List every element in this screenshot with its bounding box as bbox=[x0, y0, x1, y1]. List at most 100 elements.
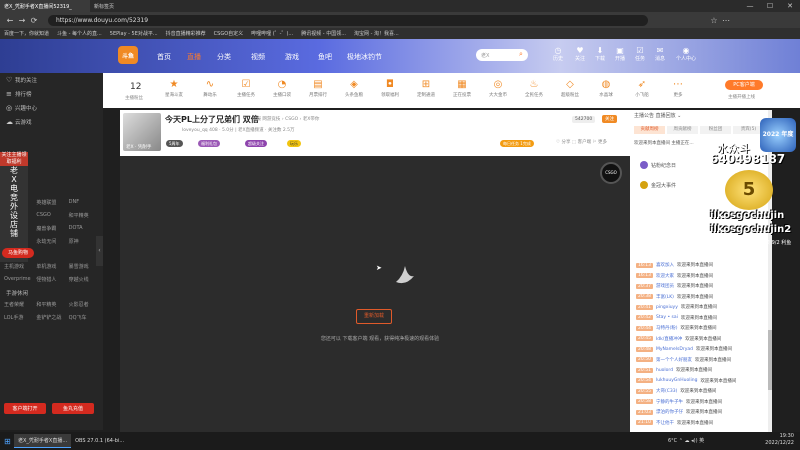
message-username[interactable]: Idk/直播冲冲 bbox=[656, 336, 682, 342]
message-username[interactable]: 丰富(LK) bbox=[656, 294, 674, 300]
task-button[interactable]: ☑ 任务 bbox=[630, 46, 650, 62]
func-item[interactable]: ♨ 全民任务 bbox=[520, 79, 548, 98]
close-icon[interactable]: ✕ bbox=[780, 0, 800, 12]
game-link[interactable]: 王者荣耀 bbox=[4, 301, 34, 308]
live-button[interactable]: ▣ 开播 bbox=[610, 46, 630, 62]
nav-category[interactable]: 分类 bbox=[217, 52, 231, 62]
func-item[interactable]: ∿ 舞动乐 bbox=[196, 79, 224, 98]
game-link[interactable]: 穿越火线 bbox=[69, 276, 99, 283]
func-item[interactable]: ➶ 小飞船 bbox=[628, 79, 656, 98]
game-link[interactable]: Overprime bbox=[4, 276, 34, 283]
browser-tab-active[interactable]: 老X_凭耐手者X直播间52319_ bbox=[0, 0, 90, 12]
nav-live[interactable]: 直播 bbox=[187, 52, 201, 62]
game-link[interactable]: LOL手游 bbox=[4, 314, 34, 321]
game-link[interactable]: 单机游戏 bbox=[36, 263, 66, 270]
rank-row[interactable]: 钻粉纪念日 bbox=[640, 160, 715, 170]
site-logo[interactable]: 斗鱼 bbox=[118, 46, 138, 64]
message-username[interactable]: 漂泊的你子仔 bbox=[656, 409, 683, 415]
func-item[interactable]: ◘ 领取福利 bbox=[376, 79, 404, 98]
pc-client-link[interactable]: 主播开播上线 bbox=[728, 94, 755, 100]
refresh-icon[interactable]: ⟳ bbox=[28, 16, 40, 25]
nav-yuba[interactable]: 鱼吧 bbox=[318, 52, 332, 62]
recharge-button[interactable]: 鱼丸充值 bbox=[52, 403, 94, 414]
follow-button[interactable]: ♥ 关注 bbox=[570, 46, 590, 62]
browser-tab-new[interactable]: 新标签页 bbox=[90, 0, 118, 12]
maximize-icon[interactable]: ☐ bbox=[760, 0, 780, 12]
follow-button[interactable]: 关注 bbox=[602, 115, 617, 123]
message-username[interactable]: 游戏团员 bbox=[656, 283, 674, 289]
url-input[interactable]: https://www.douyu.com/52319 bbox=[48, 14, 648, 26]
func-item[interactable]: ▦ 正在投票 bbox=[448, 79, 476, 98]
tag-badge[interactable]: 福利礼包 bbox=[198, 140, 220, 147]
profile-button[interactable]: ◉ 个人中心 bbox=[672, 46, 700, 62]
taskbar-app-obs[interactable]: OBS 27.0.1 (64-bi... bbox=[71, 434, 128, 448]
nav-game[interactable]: 游戏 bbox=[285, 52, 299, 62]
message-username[interactable]: 喜欢加入 bbox=[656, 262, 674, 268]
func-item[interactable]: ⊞ 定制通道 bbox=[412, 79, 440, 98]
message-username[interactable]: MyNamelsDryad bbox=[656, 347, 693, 352]
func-item[interactable]: ★ 星海斗友 bbox=[160, 79, 188, 98]
message-username[interactable]: 不让他干 bbox=[656, 420, 674, 426]
game-link[interactable]: 永劫无间 bbox=[36, 238, 66, 245]
chat-tabs[interactable]: 主播公告 直播回放 ⌄ bbox=[634, 112, 681, 119]
chat-scrollbar-thumb[interactable] bbox=[768, 330, 772, 390]
tab-contrib[interactable]: 周贡献榜 bbox=[667, 126, 698, 134]
tag-badge[interactable]: 超级关注 bbox=[245, 140, 267, 147]
room-actions[interactable]: ♡ 分享 ⬚ 客户端 ⚐ 更多 bbox=[556, 139, 607, 145]
bookmark-item[interactable]: 淘宝网 - 淘！我喜... bbox=[354, 30, 399, 37]
system-tray[interactable]: 6°C ⌃ ☁ ◂)) 英 bbox=[668, 437, 704, 444]
video-player[interactable] bbox=[120, 156, 630, 432]
func-item[interactable]: ⋯ 更多 bbox=[664, 79, 692, 98]
tab-fans[interactable]: 粉丝团 bbox=[700, 126, 731, 134]
func-item[interactable]: ◈ 头条鱼粮 bbox=[340, 79, 368, 98]
nav-video[interactable]: 视频 bbox=[251, 52, 265, 62]
tag-badge[interactable]: 5周年 bbox=[166, 140, 183, 147]
nav-home[interactable]: 首页 bbox=[157, 52, 171, 62]
func-item[interactable]: ▤ 月票排行 bbox=[304, 79, 332, 98]
sidebar-item-cloud[interactable]: ☁ 云游戏 bbox=[0, 115, 103, 129]
reload-button[interactable]: 重新加载 bbox=[356, 309, 392, 324]
message-username[interactable]: lukhuuyGnHuoling bbox=[656, 378, 697, 383]
message-username[interactable]: 欢迎大家 bbox=[656, 273, 674, 279]
game-link[interactable]: QQ飞车 bbox=[69, 314, 99, 321]
message-username[interactable]: pingxiuyy bbox=[656, 305, 678, 310]
game-link[interactable]: 和平精英 bbox=[36, 301, 66, 308]
message-username[interactable]: 第一个个人好朋友 bbox=[656, 357, 692, 363]
fan-rank-badge[interactable]: 542700 bbox=[572, 116, 596, 123]
game-link[interactable]: DOTA bbox=[69, 225, 99, 232]
bookmark-item[interactable]: 腾讯视频 - 中国领... bbox=[301, 30, 346, 37]
game-link[interactable]: 暴雪游戏 bbox=[69, 263, 99, 270]
func-item[interactable]: ◔ 主播口袋 bbox=[268, 79, 296, 98]
tab-weekly[interactable]: 贡献周榜 bbox=[634, 126, 665, 134]
forward-icon[interactable]: → bbox=[16, 16, 28, 25]
search-icon[interactable]: ⌕ bbox=[519, 50, 523, 59]
bookmark-item[interactable]: 斗鱼 - 每个人的直... bbox=[57, 30, 102, 37]
sidebar-collapse-handle[interactable]: ‹ bbox=[96, 236, 103, 266]
menu-icon[interactable]: ⋯ bbox=[720, 16, 732, 25]
sidebar-item-follow[interactable]: ♡ 我的关注 bbox=[0, 73, 103, 87]
func-item[interactable]: ☑ 主播任务 bbox=[232, 79, 260, 98]
bookmark-item[interactable]: CSGO自定义 bbox=[214, 30, 243, 37]
message-username[interactable]: 马特丹(粉) bbox=[656, 325, 678, 331]
func-item[interactable]: ◇ 超级粉丝 bbox=[556, 79, 584, 98]
message-username[interactable]: Stay • sai bbox=[656, 315, 678, 320]
taskbar-app-browser[interactable]: 老X_凭耐手者X直播... bbox=[14, 434, 72, 448]
message-username[interactable]: 大哥(C33) bbox=[656, 388, 677, 394]
message-username[interactable]: huolord bbox=[656, 368, 673, 373]
download-button[interactable]: ⬇ 下载 bbox=[590, 46, 610, 62]
back-icon[interactable]: ← bbox=[4, 16, 16, 25]
bookmark-item[interactable]: 百度一下，你就知道 bbox=[4, 30, 49, 37]
overlay-shop-button[interactable]: 马鱼购物 bbox=[2, 248, 34, 258]
pc-client-button[interactable]: PC客户端 bbox=[725, 80, 763, 90]
minimize-icon[interactable]: — bbox=[740, 0, 760, 12]
bookmark-item[interactable]: 5EPlay - 5E对战平... bbox=[110, 30, 158, 37]
star-icon[interactable]: ☆ bbox=[708, 16, 720, 25]
game-link[interactable]: DNF bbox=[69, 199, 99, 206]
windows-start-icon[interactable]: ⊞ bbox=[0, 434, 14, 448]
game-link[interactable]: 魔兽争霸 bbox=[36, 225, 66, 232]
game-link[interactable]: 金铲铲之战 bbox=[36, 314, 66, 321]
game-link[interactable]: 怪物猎人 bbox=[36, 276, 66, 283]
game-link[interactable]: 原神 bbox=[69, 238, 99, 245]
rank-row[interactable]: 金冠大事件 bbox=[640, 180, 715, 190]
open-client-button[interactable]: 客户端打开 bbox=[4, 403, 46, 414]
